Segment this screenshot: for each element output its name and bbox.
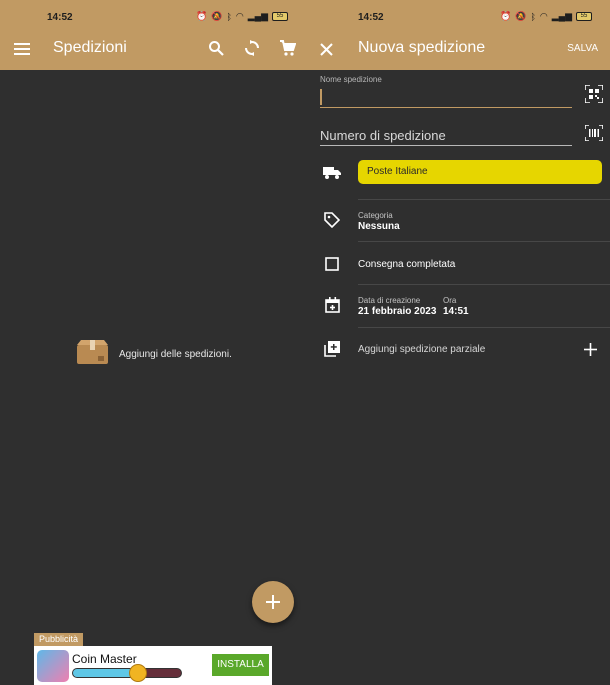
ad-banner[interactable]: Coin Master INSTALLA — [34, 646, 272, 685]
creation-time-value: 14:51 — [443, 306, 469, 317]
empty-state-text: Aggiungi delle spedizioni. — [119, 349, 232, 360]
status-icons: ⏰ 🔕 ᛒ ◠ ▂▄▆ 55 — [500, 11, 592, 22]
checkbox-icon — [325, 257, 339, 271]
delivered-checkbox[interactable] — [322, 254, 342, 274]
package-icon — [76, 339, 109, 370]
add-partial-shipment-label[interactable]: Aggiungi spedizione parziale — [358, 344, 485, 355]
tracking-number-underline — [320, 145, 572, 146]
mute-icon: 🔕 — [515, 11, 527, 21]
status-icons: ⏰ 🔕 ᛒ ◠ ▂▄▆ 55 — [196, 11, 288, 22]
divider — [358, 327, 610, 328]
tracking-number-input[interactable]: Numero di spedizione — [320, 128, 446, 143]
bluetooth-icon: ᛒ — [530, 11, 536, 22]
divider — [358, 241, 610, 242]
page-title: Spedizioni — [53, 39, 127, 56]
status-time: 14:52 — [47, 12, 73, 23]
status-time: 14:52 — [358, 12, 384, 23]
tag-icon — [322, 210, 342, 230]
wifi-icon: ◠ — [235, 11, 244, 21]
ad-progress-bar — [72, 668, 182, 678]
plus-icon — [266, 595, 280, 609]
barcode-icon[interactable] — [583, 122, 605, 144]
wifi-icon: ◠ — [539, 11, 548, 21]
mute-icon: 🔕 — [211, 11, 223, 21]
ad-app-name: Coin Master — [72, 652, 137, 666]
qr-code-icon[interactable] — [583, 83, 605, 105]
sync-icon[interactable] — [242, 38, 262, 58]
shipment-name-caption: Nome spedizione — [320, 75, 382, 84]
menu-icon[interactable] — [12, 39, 32, 59]
install-button[interactable]: INSTALLA — [212, 654, 269, 676]
delivered-label[interactable]: Consegna completata — [358, 259, 455, 270]
divider — [358, 284, 610, 285]
creation-date-value: 21 febbraio 2023 — [358, 306, 437, 317]
close-icon[interactable] — [316, 39, 336, 59]
shipments-list-screen: 14:52 ⏰ 🔕 ᛒ ◠ ▂▄▆ 55 Spedizioni Aggiungi… — [0, 0, 306, 685]
truck-icon — [322, 162, 342, 182]
page-title: Nuova spedizione — [358, 39, 486, 56]
battery-icon: 55 — [576, 12, 592, 21]
alarm-icon: ⏰ — [500, 11, 512, 21]
app-bar: Spedizioni — [0, 30, 306, 70]
creation-time-label: Ora — [443, 296, 457, 305]
ad-app-icon — [37, 650, 69, 682]
status-bar: 14:52 ⏰ 🔕 ᛒ ◠ ▂▄▆ 55 — [306, 0, 610, 30]
search-icon[interactable] — [206, 38, 226, 58]
empty-state: Aggiungi delle spedizioni. — [76, 339, 232, 370]
battery-icon: 55 — [272, 12, 288, 21]
shipment-name-underline — [320, 107, 572, 108]
calendar-add-icon — [322, 295, 342, 315]
divider — [358, 199, 610, 200]
courier-selector[interactable]: Poste Italiane — [358, 160, 602, 184]
signal-icon: ▂▄▆ — [551, 11, 572, 21]
add-shipment-button[interactable] — [252, 581, 294, 623]
ad-label: Pubblicità — [34, 633, 84, 646]
app-bar: Nuova spedizione SALVA — [306, 30, 610, 70]
courier-label: Poste Italiane — [367, 166, 428, 177]
new-shipment-screen: 14:52 ⏰ 🔕 ᛒ ◠ ▂▄▆ 55 Nuova spedizione SA… — [306, 0, 610, 685]
save-button[interactable]: SALVA — [567, 43, 598, 54]
cart-icon[interactable] — [277, 38, 297, 58]
coin-icon — [129, 664, 147, 682]
add-partial-shipment-button[interactable] — [580, 339, 600, 359]
partial-shipment-icon — [322, 339, 342, 359]
category-label: Categoria — [358, 211, 393, 220]
status-bar: 14:52 ⏰ 🔕 ᛒ ◠ ▂▄▆ 55 — [0, 0, 306, 30]
plus-icon — [583, 342, 597, 356]
signal-icon: ▂▄▆ — [247, 11, 268, 21]
bluetooth-icon: ᛒ — [226, 11, 232, 22]
alarm-icon: ⏰ — [196, 11, 208, 21]
text-cursor — [320, 89, 322, 105]
category-value: Nessuna — [358, 221, 400, 232]
creation-date-label: Data di creazione — [358, 296, 421, 305]
